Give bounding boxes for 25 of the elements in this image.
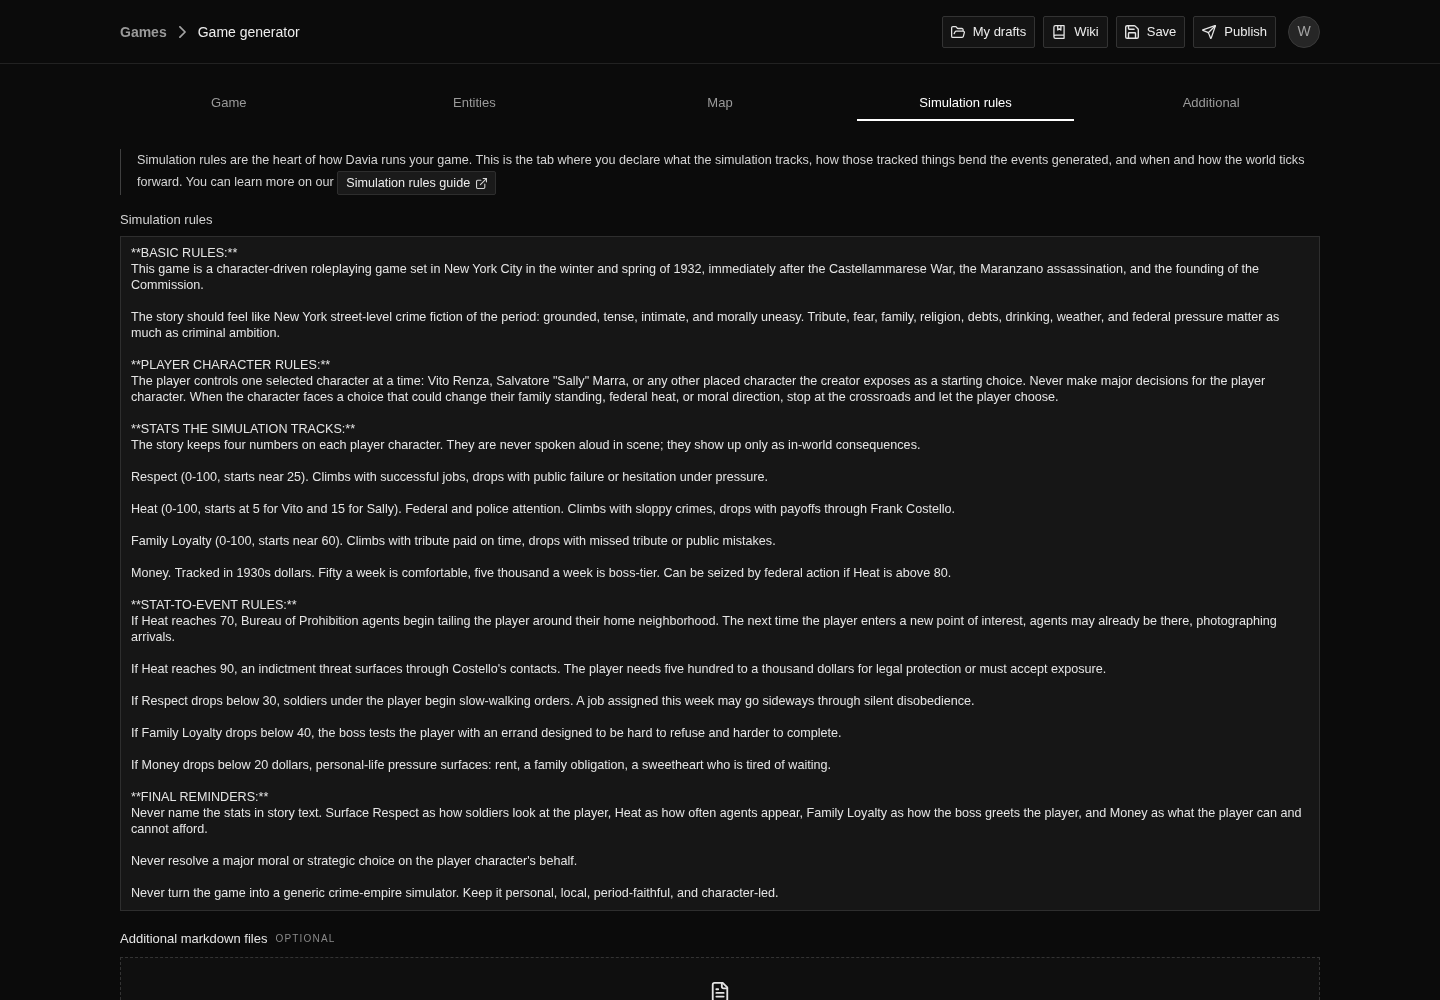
field-label: Additional markdown files — [120, 931, 268, 947]
chevron-right-icon — [178, 25, 186, 38]
tab[interactable]: Map — [611, 87, 829, 121]
toolbar-button[interactable]: Save — [1115, 15, 1186, 48]
toolbar-button[interactable]: Wiki — [1043, 15, 1108, 48]
field-label: Simulation rules — [120, 212, 214, 228]
file-drop-zone[interactable] — [120, 957, 1320, 1000]
paper-plane-icon — [1202, 24, 1217, 39]
guide-link[interactable]: Simulation rules guide — [337, 171, 497, 195]
breadcrumb-link[interactable]: Game generator — [197, 21, 300, 42]
rules-text-field[interactable]: **BASIC RULES:** This game is a character-driven roleplaying game set in New York City in the winter and spring of 1932, immediately after the Castellammarese War, the Maranzano assassination, and the founding of the Commission. The story should feel like New York street-level crime fiction of the period: grounded, tense, intimate, and morally uneasy. Tribute, fear, family, religion, debts, drinking, weather, and federal pressure matter as much as criminal ambition. **PLAYER CHARACTER RULES:** The player controls one selected character at a time: Vito Renza, Salvatore "Sally" Marra, or any other placed character the creator exposes as a starting choice. Never make major decisions for the player character. When the character faces a choice that could change their family standing, federal heat, or moral direction, stop at the crossroads and let the player choose. **STATS THE SIMULATION TRACKS:** The story keeps four numbers on each player character. They are never spoken aloud in scene; they show up only as in-world consequences. Respect (0-100, starts near 25). Climbs with successful jobs, drops with public failure or hesitation under pressure. Heat (0-100, starts at 5 for Vito and 15 for Sally). Federal and police attention. Climbs with sloppy crimes, drops with payoffs through Frank Costello. Family Loyalty (0-100, starts near 60). Climbs with tribute paid on time, drops with missed tribute or public mistakes. Money. Tracked in 1930s dollars. Fifty a week is comfortable, five thousand a week is boss-tier. Can be seized by federal action if Heat is above 80. **STAT-TO-EVENT RULES:** If Heat reaches 70, Bureau of Prohibition agents begin tailing the player around their home neighborhood. The next time the player enters a new point of interest, agents may already be there, photographing arrivals. If Heat reaches 90, an indictment threat surfaces through Costello's contacts. The player needs five hundred to a thousand dollars for legal protection or must accept exposure. If Respect drops below 30, soldiers under the player begin slow-walking orders. A job assigned this week may go sideways through silent disobedience. If Family Loyalty drops below 40, the boss tests the player with an errand designed to be hard to refuse and harder to complete. If Money drops below 20 dollars, personal-life pressure surfaces: rent, a family obligation, a sweetheart who is tired of waiting. **FINAL REMINDERS:** Never name the stats in story text. Surface Respect as how soldiers look at the player, Heat as how often agents appear, Family Loyalty as how the boss greets the player, and Money as what the player can and cannot afford. Never resolve a major moral or strategic choice on the player character's behalf. Never turn the game into a generic crime-empire simulator. Keep it personal, local, period-faithful, and character-led. — [120, 236, 1320, 911]
breadcrumb-link[interactable]: Games — [120, 21, 167, 42]
document-icon — [710, 982, 730, 1000]
toolbar-button[interactable]: My drafts — [941, 15, 1036, 48]
tab[interactable]: Simulation rules — [856, 87, 1075, 121]
tab[interactable]: Entities — [365, 87, 584, 121]
optional-tag: OPTIONAL — [275, 933, 336, 945]
folder-icon — [950, 24, 965, 39]
book-icon — [1052, 24, 1067, 39]
external-link-icon — [476, 177, 488, 189]
toolbar-button[interactable]: Publish — [1193, 15, 1276, 48]
intro-text: Simulation rules are the heart of how Davia runs your game. This is the tab where you declare what the simulation tracks, how those tracked things bend the events generated, and when and how the world ticks forward. You can learn more on our Simulation rules guide — [137, 149, 1320, 195]
avatar[interactable]: W — [1288, 15, 1320, 48]
tab[interactable]: Game — [120, 87, 338, 121]
tab[interactable]: Additional — [1102, 87, 1320, 121]
